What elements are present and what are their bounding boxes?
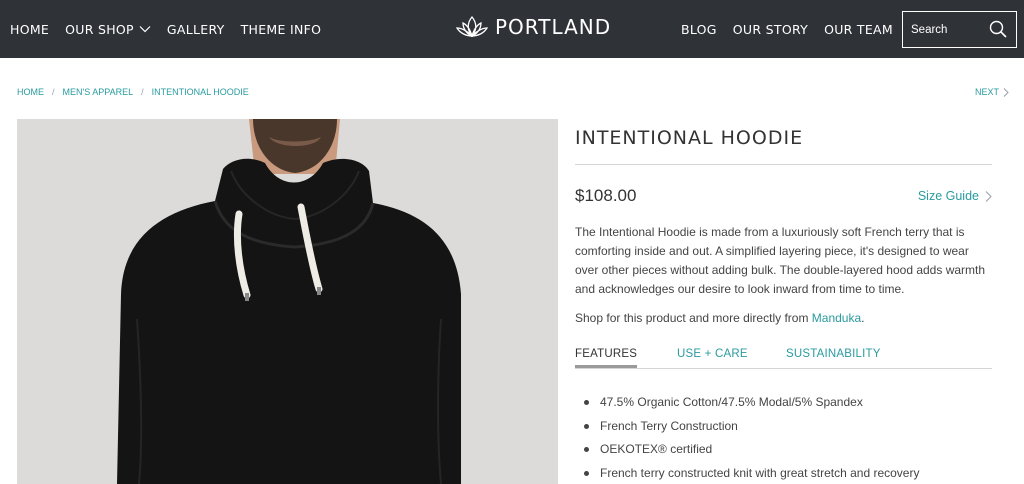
tab-use-care[interactable]: USE + CARE — [677, 348, 748, 360]
search-box — [902, 11, 1017, 48]
lotus-icon — [455, 15, 489, 38]
breadcrumb: HOME / MEN'S APPAREL / INTENTIONAL HOODI… — [17, 87, 249, 97]
nav-our-story[interactable]: OUR STORY — [733, 22, 808, 37]
product-image[interactable] — [17, 119, 558, 484]
nav-blog[interactable]: BLOG — [681, 22, 717, 37]
site-header: HOME OUR SHOP GALLERY THEME INFO PORTLAN… — [0, 0, 1024, 58]
search-icon[interactable] — [989, 20, 1007, 38]
feature-item: OEKOTEX® certified — [575, 442, 992, 466]
nav-home[interactable]: HOME — [10, 22, 49, 37]
price-row: $108.00 Size Guide — [575, 186, 992, 208]
product-description: The Intentional Hoodie is made from a lu… — [575, 225, 986, 296]
hoodie-model-photo — [17, 119, 558, 484]
nav-our-shop[interactable]: OUR SHOP — [65, 22, 151, 37]
nav-theme-info[interactable]: THEME INFO — [241, 22, 322, 37]
size-guide-link[interactable]: Size Guide — [918, 189, 992, 203]
manduka-link[interactable]: Manduka — [812, 311, 861, 325]
chevron-right-icon — [1003, 87, 1009, 97]
feature-item: 47.5% Organic Cotton/47.5% Modal/5% Span… — [575, 395, 992, 419]
breadcrumb-separator: / — [52, 87, 55, 97]
breadcrumb-mens-apparel[interactable]: MEN'S APPAREL — [63, 87, 134, 97]
nav-gallery[interactable]: GALLERY — [167, 22, 225, 37]
product-info: INTENTIONAL HOODIE $108.00 Size Guide Th… — [575, 119, 992, 484]
shop-line-suffix: . — [861, 311, 865, 325]
tab-features[interactable]: FEATURES — [575, 348, 638, 368]
feature-item: French Terry Construction — [575, 419, 992, 443]
breadcrumb-home[interactable]: HOME — [17, 87, 44, 97]
nav-our-team[interactable]: OUR TEAM — [824, 22, 893, 37]
size-guide-label: Size Guide — [917, 189, 979, 203]
breadcrumb-separator: / — [141, 87, 144, 97]
product-tabs: FEATURES USE + CARE SUSTAINABILITY — [575, 347, 992, 369]
product-price: $108.00 — [575, 186, 637, 205]
shop-line: Shop for this product and more directly … — [575, 311, 992, 325]
site-logo[interactable]: PORTLAND — [455, 14, 611, 40]
chevron-down-icon — [139, 26, 151, 33]
chevron-right-icon — [985, 190, 992, 202]
next-label: NEXT — [975, 87, 1000, 97]
search-input[interactable] — [903, 23, 983, 36]
logo-text: PORTLAND — [495, 15, 612, 39]
breadcrumb-current[interactable]: INTENTIONAL HOODIE — [152, 87, 249, 97]
primary-nav: HOME OUR SHOP GALLERY THEME INFO — [10, 0, 337, 58]
tab-sustainability[interactable]: SUSTAINABILITY — [786, 348, 881, 360]
secondary-nav: BLOG OUR STORY OUR TEAM — [665, 0, 893, 58]
feature-item: French terry constructed knit with great… — [575, 466, 992, 484]
nav-our-shop-label: OUR SHOP — [65, 21, 134, 37]
features-list: 47.5% Organic Cotton/47.5% Modal/5% Span… — [575, 395, 992, 484]
shop-line-prefix: Shop for this product and more directly … — [575, 311, 812, 325]
next-product-link[interactable]: NEXT — [975, 87, 1009, 97]
product-title: INTENTIONAL HOODIE — [575, 119, 992, 165]
